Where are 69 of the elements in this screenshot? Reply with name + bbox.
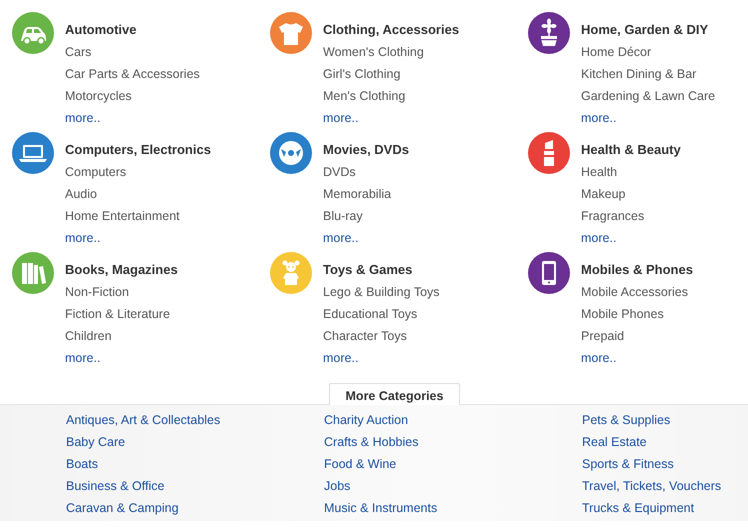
subcategory-link[interactable]: Lego & Building Toys bbox=[323, 281, 440, 303]
more-link[interactable]: more.. bbox=[65, 227, 100, 249]
category-link[interactable]: Boats bbox=[66, 453, 98, 475]
subcategory-link[interactable]: Audio bbox=[65, 183, 97, 205]
subcategory-link[interactable]: Memorabilia bbox=[323, 183, 392, 205]
category-link[interactable]: Sports & Fitness bbox=[582, 453, 674, 475]
subcategory-link[interactable]: Computers bbox=[65, 161, 126, 183]
subcategory-link[interactable]: Educational Toys bbox=[323, 303, 418, 325]
category-link[interactable]: Music & Instruments bbox=[324, 497, 438, 519]
subcategory-link[interactable]: Car Parts & Accessories bbox=[65, 63, 200, 85]
more-link[interactable]: more.. bbox=[581, 227, 616, 249]
subcategory-link[interactable]: Kitchen Dining & Bar bbox=[581, 63, 696, 85]
laptop-icon[interactable] bbox=[12, 132, 54, 174]
more-categories-tab[interactable]: More Categories bbox=[329, 383, 460, 405]
category-title[interactable]: Computers, Electronics bbox=[65, 139, 211, 161]
category-link[interactable]: Food & Wine bbox=[324, 453, 396, 475]
subcategory-link[interactable]: Mobile Accessories bbox=[581, 281, 688, 303]
category-title[interactable]: Movies, DVDs bbox=[323, 139, 409, 161]
subcategory-link[interactable]: Makeup bbox=[581, 183, 626, 205]
subcategory-link[interactable]: Men's Clothing bbox=[323, 85, 406, 107]
subcategory-link[interactable]: Home Entertainment bbox=[65, 205, 180, 227]
category-title[interactable]: Clothing, Accessories bbox=[323, 19, 460, 41]
category-title[interactable]: Health & Beauty bbox=[581, 139, 681, 161]
subcategory-link[interactable]: Women's Clothing bbox=[323, 41, 424, 63]
category-link[interactable]: Baby Care bbox=[66, 431, 126, 453]
subcategory-link[interactable]: Fragrances bbox=[581, 205, 644, 227]
subcategory-link[interactable]: Blu-ray bbox=[323, 205, 363, 227]
category-title[interactable]: Mobiles & Phones bbox=[581, 259, 693, 281]
lipstick-icon[interactable] bbox=[528, 132, 570, 174]
shirt-icon[interactable] bbox=[270, 12, 312, 54]
subcategory-link[interactable]: DVDs bbox=[323, 161, 356, 183]
subcategory-link[interactable]: Motorcycles bbox=[65, 85, 132, 107]
subcategory-link[interactable]: Home Décor bbox=[581, 41, 652, 63]
category-title[interactable]: Home, Garden & DIY bbox=[581, 19, 708, 41]
subcategory-link[interactable]: Children bbox=[65, 325, 112, 347]
category-title[interactable]: Books, Magazines bbox=[65, 259, 178, 281]
subcategory-link[interactable]: Character Toys bbox=[323, 325, 407, 347]
more-link[interactable]: more.. bbox=[65, 347, 100, 369]
subcategory-link[interactable]: Mobile Phones bbox=[581, 303, 664, 325]
subcategory-link[interactable]: Cars bbox=[65, 41, 92, 63]
category-title[interactable]: Automotive bbox=[65, 19, 136, 41]
category-link[interactable]: Real Estate bbox=[582, 431, 647, 453]
category-link[interactable]: Crafts & Hobbies bbox=[324, 431, 418, 453]
more-link[interactable]: more.. bbox=[323, 347, 358, 369]
phone-icon[interactable] bbox=[528, 252, 570, 294]
category-link[interactable]: Business & Office bbox=[66, 475, 164, 497]
more-link[interactable]: more.. bbox=[323, 227, 358, 249]
car-icon[interactable] bbox=[12, 12, 54, 54]
subcategory-link[interactable]: Gardening & Lawn Care bbox=[581, 85, 716, 107]
more-link[interactable]: more.. bbox=[581, 347, 616, 369]
books-icon[interactable] bbox=[12, 252, 54, 294]
category-link[interactable]: Caravan & Camping bbox=[66, 497, 179, 519]
more-link[interactable]: more.. bbox=[65, 107, 100, 129]
more-link[interactable]: more.. bbox=[581, 107, 616, 129]
category-link[interactable]: Pets & Supplies bbox=[582, 409, 670, 431]
subcategory-link[interactable]: Girl's Clothing bbox=[323, 63, 400, 85]
disc-icon[interactable] bbox=[270, 132, 312, 174]
flower-icon[interactable] bbox=[528, 12, 570, 54]
category-link[interactable]: Charity Auction bbox=[324, 409, 408, 431]
subcategory-link[interactable]: Health bbox=[581, 161, 618, 183]
category-title[interactable]: Toys & Games bbox=[323, 259, 412, 281]
subcategory-link[interactable]: Fiction & Literature bbox=[65, 303, 170, 325]
category-link[interactable]: Trucks & Equipment bbox=[582, 497, 694, 519]
subcategory-link[interactable]: Prepaid bbox=[581, 325, 624, 347]
category-link[interactable]: Jobs bbox=[324, 475, 350, 497]
more-link[interactable]: more.. bbox=[323, 107, 358, 129]
category-link[interactable]: Antiques, Art & Collectables bbox=[66, 409, 220, 431]
subcategory-link[interactable]: Non-Fiction bbox=[65, 281, 129, 303]
category-link[interactable]: Travel, Tickets, Vouchers bbox=[582, 475, 722, 497]
